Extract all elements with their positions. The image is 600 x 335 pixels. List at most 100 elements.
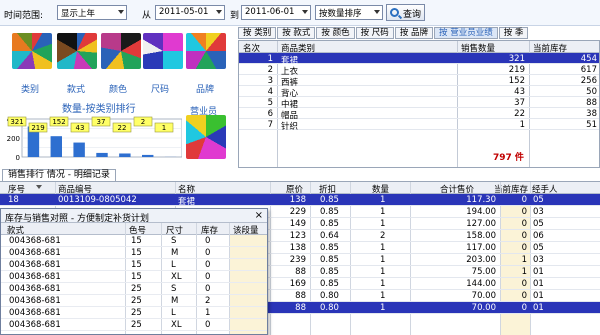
discount-cell: 0.85 (320, 267, 339, 277)
color-no-cell: 25 (131, 320, 142, 330)
chevron-down-icon (118, 10, 124, 14)
size-cell: M (171, 296, 179, 306)
table-row[interactable]: 2 上衣 219 617 (239, 64, 599, 77)
handler-cell: 03 (533, 255, 544, 265)
category-pie[interactable] (12, 33, 52, 69)
size-cell: L (171, 308, 176, 318)
style-cell: 004368-681 (9, 260, 61, 270)
category-bar-chart[interactable]: 400200032121915243372221 (2, 115, 182, 165)
total-cell: 117.30 (466, 195, 496, 205)
table-row[interactable]: 004368-681 25 XL 0 (1, 319, 267, 331)
y-tick-label: 0 (16, 154, 20, 162)
time-range-select[interactable]: 显示上年 (57, 5, 127, 20)
tab-size[interactable]: 按 尺码 (355, 27, 394, 39)
handler-cell: 05 (533, 243, 544, 253)
sort-value: 按数量排序 (319, 9, 362, 19)
quantity-cell: 1 (380, 279, 386, 289)
stock-cell: 0 (205, 236, 211, 246)
table-row[interactable]: 004368-681 25 L 1 (1, 307, 267, 319)
handler-cell: 01 (533, 291, 544, 301)
from-date-picker[interactable]: 2011-05-01 (155, 5, 225, 20)
bar-西裤[interactable] (73, 142, 85, 157)
table-row[interactable]: 18 0013109-0805042 套裙 138 0.85 1 117.30 0 05 (0, 194, 600, 207)
quantity-cell: 1 (380, 303, 386, 313)
bar-上衣[interactable] (50, 136, 62, 157)
style-cell: 004368-681 (9, 320, 61, 330)
handler-cell: 05 (533, 219, 544, 229)
stock-cell: 0 (205, 284, 211, 294)
data-label: 37 (97, 118, 106, 126)
total-cell: 158.00 (466, 231, 496, 241)
data-label: 152 (52, 118, 65, 126)
table-row[interactable]: 004368-681 15 S 0 (1, 235, 267, 247)
to-date-picker[interactable]: 2011-06-01 (241, 5, 311, 20)
time-range-label: 时间范围: (4, 11, 44, 21)
stock-cell: 0 (521, 279, 527, 289)
stock-cell: 0 (521, 231, 527, 241)
tab-color[interactable]: 按 颜色 (316, 27, 355, 39)
table-row[interactable]: 5 中裙 37 88 (239, 97, 599, 110)
table-row[interactable]: 004368-681 15 L 0 (1, 259, 267, 271)
stock-cell: 256 (580, 76, 597, 86)
handler-cell: 03 (533, 207, 544, 217)
tab-staff-performance[interactable]: 按 营业员业绩 (434, 27, 498, 39)
bar-中裙[interactable] (119, 153, 131, 157)
popup-title-bar[interactable]: 库存与销售对照 - 方便制定补货计划 × (1, 209, 267, 224)
close-icon[interactable]: × (255, 210, 263, 221)
handler-cell: 01 (533, 267, 544, 277)
stock-cell: 0 (521, 243, 527, 253)
code-cell: 0013109-0805042 (58, 195, 137, 205)
pie-label-style: 款式 (67, 85, 86, 95)
discount-cell: 0.85 (320, 219, 339, 229)
table-row[interactable]: 1 套裙 321 454 (239, 53, 599, 66)
stock-cell: 0 (521, 291, 527, 301)
bar-背心[interactable] (96, 152, 108, 157)
query-label: 查询 (403, 10, 422, 20)
total-cell: 203.00 (466, 255, 496, 265)
style-cell: 004368-681 (9, 236, 61, 246)
table-row[interactable]: 004368-681 15 XL 0 (1, 271, 267, 283)
from-date-value: 2011-05-01 (159, 7, 209, 17)
staff-pie[interactable] (186, 115, 226, 159)
price-cell: 88 (295, 267, 306, 277)
brand-pie[interactable] (186, 33, 226, 69)
tab-brand[interactable]: 按 品牌 (394, 27, 434, 39)
style-cell: 004368-681 (9, 308, 61, 318)
table-row[interactable]: 4 背心 43 50 (239, 86, 599, 99)
stock-sales-popup[interactable]: 库存与销售对照 - 方便制定补货计划 × 款式 色号 尺寸 库存 该段量 004… (0, 208, 268, 335)
chart-title: 数量-按类别排行 (62, 104, 136, 115)
sort-select[interactable]: 按数量排序 (315, 5, 383, 20)
discount-cell: 0.85 (320, 195, 339, 205)
tab-detail-records[interactable]: 销售排行 情况 - 明细记录 (2, 169, 116, 181)
bar-帽品[interactable] (142, 154, 154, 157)
table-row[interactable]: 004368-681 25 M 2 (1, 295, 267, 307)
stock-cell: 50 (586, 87, 597, 97)
size-pie[interactable] (143, 33, 183, 69)
quantity-cell: 1 (380, 255, 386, 265)
tab-style[interactable]: 按 款式 (277, 27, 316, 39)
table-row[interactable]: 3 西裤 152 256 (239, 75, 599, 88)
table-row[interactable]: 7 针织 1 51 (239, 119, 599, 132)
table-row[interactable]: 004368-681 25 S 0 (1, 283, 267, 295)
query-button[interactable]: 查询 (386, 4, 425, 21)
total-cell: 70.00 (471, 303, 496, 313)
tab-category[interactable]: 按 类别 (238, 27, 277, 39)
style-pie[interactable] (57, 33, 97, 69)
color-no-cell: 15 (131, 236, 142, 246)
pie-label-color: 颜色 (109, 85, 128, 95)
color-no-cell: 15 (131, 260, 142, 270)
rank-table[interactable]: 名次 商品类别 销售数量 当前库存 1 套裙 321 454 2 上衣 219 617 3 西裤 1… (238, 40, 600, 168)
table-row[interactable]: 004368-681 15 M 0 (1, 247, 267, 259)
discount-cell: 0.85 (320, 279, 339, 289)
discount-cell: 0.85 (320, 207, 339, 217)
tab-season[interactable]: 按 季 (498, 27, 529, 39)
data-label: 1 (162, 124, 166, 132)
color-pie[interactable] (101, 33, 141, 69)
rank-cell: 6 (267, 109, 273, 119)
seq-cell: 18 (8, 195, 19, 205)
handler-cell: 06 (533, 231, 544, 241)
stock-cell: 1 (205, 308, 211, 318)
rank-cell: 5 (267, 98, 273, 108)
total-cell: 117.00 (466, 243, 496, 253)
table-row[interactable]: 6 帽品 22 38 (239, 108, 599, 121)
